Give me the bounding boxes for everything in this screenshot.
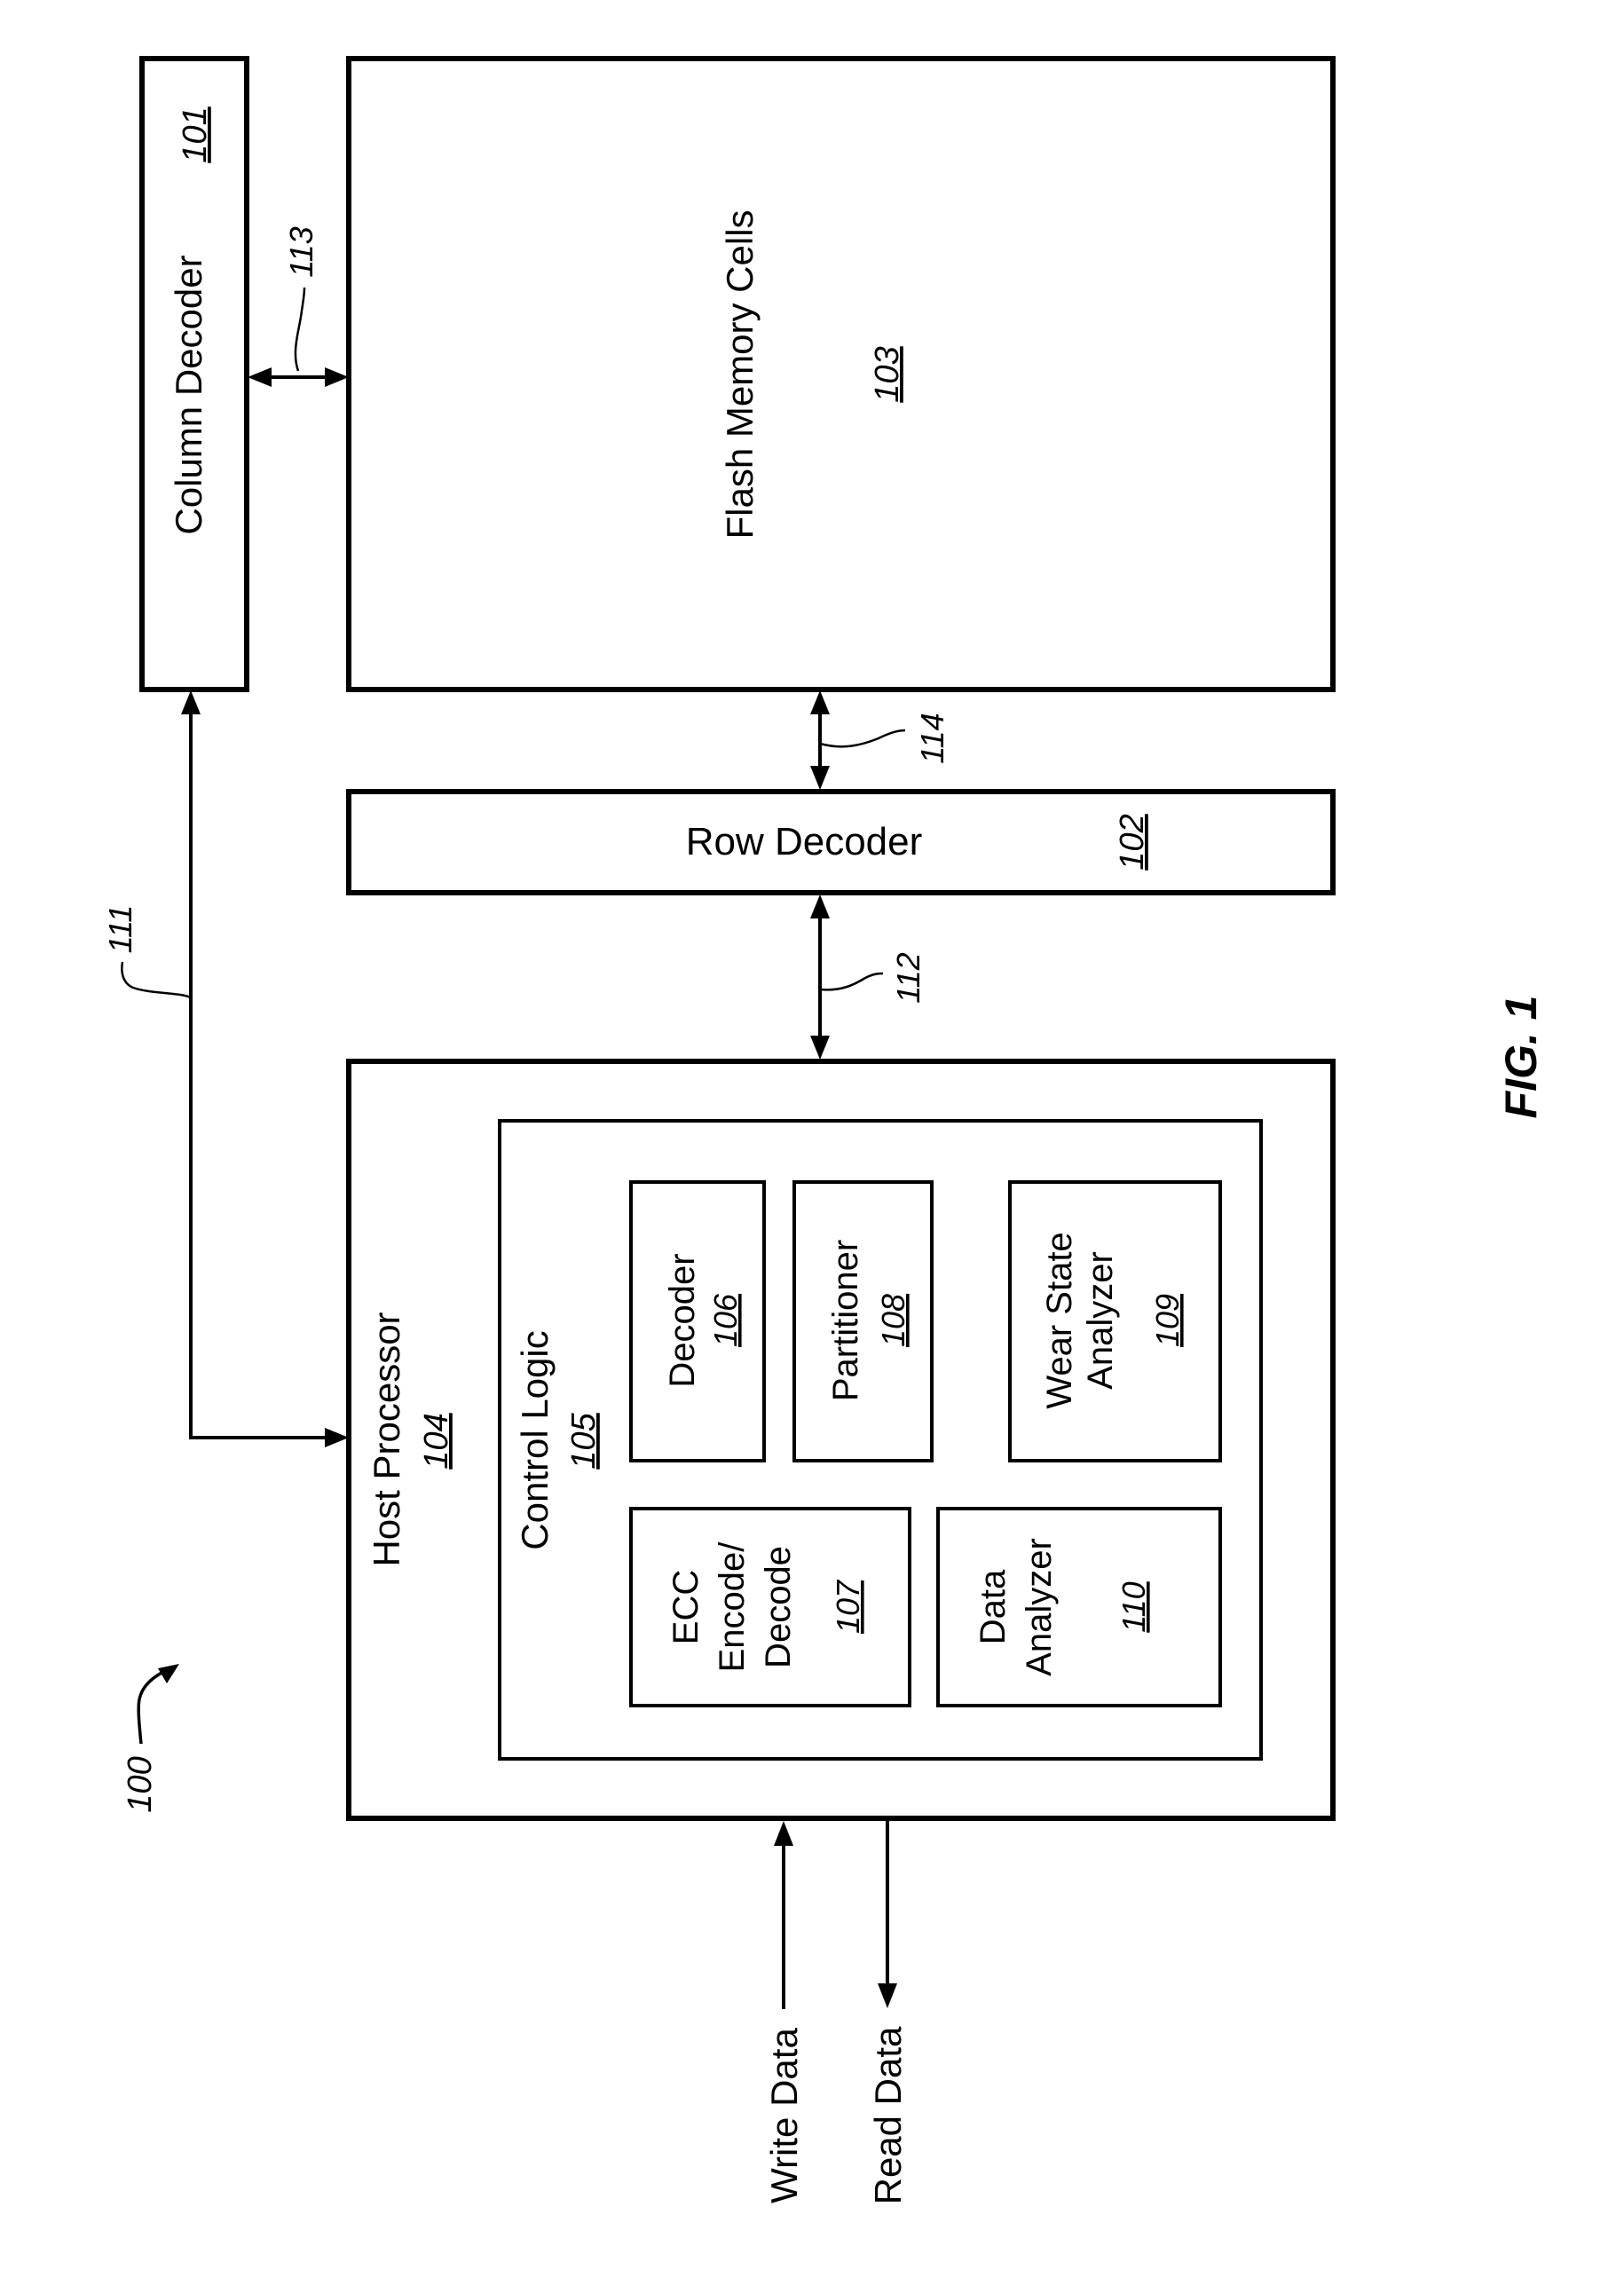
bus-111-line: [189, 707, 330, 1439]
column-decoder-ref: 101: [177, 106, 214, 162]
data-analyzer-label-line2: Analyzer: [1020, 1538, 1059, 1676]
control-logic-label: Control Logic: [514, 1330, 556, 1549]
flash-memory-box: [346, 56, 1336, 692]
system-ref-label: 100: [122, 1756, 159, 1812]
ecc-label-line1: ECC: [666, 1570, 706, 1644]
flash-memory-label: Flash Memory Cells: [719, 209, 761, 539]
bus-113-arrow-right-icon: [325, 367, 349, 387]
ecc-label-line2: Encode/: [713, 1541, 752, 1673]
write-data-arrow-up-icon: [774, 1821, 793, 1846]
wear-state-analyzer-label-line2: Analyzer: [1081, 1251, 1120, 1390]
bus-114-ref: 114: [914, 713, 950, 763]
ecc-ref: 107: [830, 1579, 866, 1634]
bus-114-arrow-up-icon: [810, 690, 830, 714]
write-data-label: Write Data: [763, 2028, 805, 2203]
ecc-block: ECC Encode/ Decode 107: [629, 1507, 911, 1707]
fig1-diagram: Column Decoder 101 Flash Memory Cells 10…: [102, 56, 1546, 2204]
partitioner-block: Partitioner 108: [792, 1180, 934, 1462]
bus-113-ref: 113: [283, 226, 319, 277]
bus-112-arrow-up-icon: [810, 895, 830, 918]
system-ref-100: 100: [122, 1664, 179, 1813]
row-decoder-block: Row Decoder 102: [346, 789, 1336, 895]
read-data-arrow-down-icon: [878, 1983, 897, 2008]
data-analyzer-label-line1: Data: [974, 1569, 1013, 1644]
bus-114-arrow-down-icon: [810, 766, 830, 790]
ecc-label-line3: Decode: [759, 1546, 798, 1668]
decoder-label: Decoder: [663, 1253, 702, 1387]
column-decoder-label: Column Decoder: [168, 255, 209, 534]
bus-111-ref: 111: [102, 905, 138, 954]
system-ref-arrow-icon: [158, 1664, 179, 1683]
data-analyzer-block: Data Analyzer 110: [936, 1507, 1222, 1707]
partitioner-label: Partitioner: [826, 1240, 865, 1401]
partitioner-ref: 108: [875, 1294, 911, 1347]
row-decoder-label: Row Decoder: [686, 820, 923, 863]
bus-112-leader: [819, 972, 884, 991]
write-data-io: Write Data: [763, 1821, 805, 2203]
system-ref-arrow-line: [137, 1669, 166, 1745]
bus-114-leader: [819, 729, 906, 748]
figure-title: FIG. 1: [1496, 996, 1546, 1119]
read-data-label: Read Data: [867, 2026, 909, 2204]
wear-state-analyzer-ref: 109: [1149, 1294, 1186, 1347]
bus-111-leader: [121, 961, 192, 999]
control-logic-ref: 105: [565, 1412, 603, 1469]
read-data-io: Read Data: [867, 1821, 909, 2204]
control-logic-block: Control Logic 105 Decoder 106 Partitione…: [498, 1119, 1263, 1761]
flash-memory-block: Flash Memory Cells 103: [346, 56, 1336, 692]
bus-112: 112: [810, 895, 926, 1060]
wear-state-analyzer-label-line1: Wear State: [1040, 1232, 1079, 1408]
bus-111: 111: [102, 690, 349, 1447]
column-decoder-block: Column Decoder 101: [139, 56, 249, 692]
bus-114: 114: [810, 690, 950, 790]
host-processor-block: Host Processor 104 Control Logic 105 Dec…: [346, 1059, 1336, 1821]
bus-111-arrow-up-icon: [181, 690, 201, 714]
bus-113-arrow-left-icon: [248, 367, 272, 387]
decoder-ref: 106: [707, 1293, 744, 1347]
wear-state-analyzer-block: Wear State Analyzer 109: [1008, 1180, 1222, 1462]
data-analyzer-ref: 110: [1116, 1581, 1152, 1632]
bus-112-arrow-down-icon: [810, 1036, 830, 1060]
bus-112-ref: 112: [890, 952, 926, 1003]
bus-113-leader: [294, 287, 306, 372]
host-processor-ref: 104: [418, 1413, 455, 1469]
host-processor-label: Host Processor: [366, 1312, 407, 1566]
decoder-block: Decoder 106: [629, 1180, 766, 1462]
bus-113: 113: [248, 226, 349, 387]
bus-111-arrow-right-icon: [325, 1428, 349, 1447]
flash-memory-ref: 103: [869, 346, 906, 402]
row-decoder-ref: 102: [1114, 814, 1151, 870]
